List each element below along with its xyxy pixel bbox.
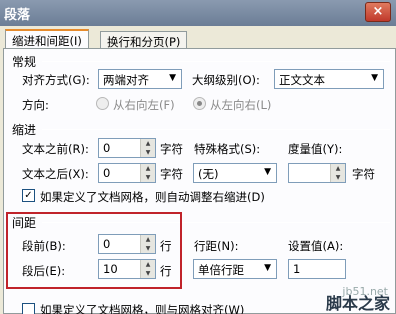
spinner-buttons[interactable]: ▲ ▼ <box>140 139 155 157</box>
spinner-buttons[interactable]: ▲ ▼ <box>140 164 155 182</box>
chevron-down-icon: ▼ <box>371 73 378 83</box>
snap-grid-label: 如果定义了文档网格，则与网格对齐(W) <box>40 303 245 314</box>
indent-before-unit: 字符 <box>160 142 183 156</box>
watermark-name: 脚本之家 <box>325 294 390 313</box>
auto-indent-label: 如果定义了文档网格，则自动调整右缩进(D) <box>40 190 265 204</box>
measure-spinner[interactable]: ▲ ▼ <box>288 163 346 183</box>
chevron-down-icon: ▼ <box>169 73 176 83</box>
outline-value: 正文文本 <box>279 73 325 87</box>
spin-down-icon[interactable]: ▼ <box>331 173 345 182</box>
outline-label: 大纲级别(O): <box>192 73 260 87</box>
align-value: 两端对齐 <box>103 73 149 87</box>
indent-before-value: 0 <box>103 141 111 155</box>
indent-after-label: 文本之后(X): <box>22 167 89 181</box>
line-spacing-select[interactable]: 单倍行距 ▼ <box>193 259 277 279</box>
indent-after-unit: 字符 <box>160 167 183 181</box>
snap-grid-checkbox[interactable] <box>22 303 35 314</box>
measure-label: 度量值(Y): <box>288 142 343 156</box>
align-label: 对齐方式(G): <box>22 73 90 87</box>
ltr-label: 从左向右(L) <box>210 98 272 112</box>
setting-spinner[interactable]: 1 <box>288 259 346 279</box>
window-title: 段落 <box>4 8 31 23</box>
line-spacing-label: 行距(N): <box>194 239 239 253</box>
outline-select[interactable]: 正文文本 ▼ <box>274 69 384 89</box>
indent-before-spinner[interactable]: 0 ▲ ▼ <box>98 138 156 158</box>
direction-label: 方向: <box>22 98 49 112</box>
indent-after-spinner[interactable]: 0 ▲ ▼ <box>98 163 156 183</box>
special-label: 特殊格式(S): <box>194 142 261 156</box>
special-value: (无) <box>198 167 219 181</box>
spinner-buttons[interactable]: ▲ ▼ <box>330 164 345 182</box>
chevron-down-icon: ▼ <box>264 263 271 273</box>
indent-before-label: 文本之前(R): <box>22 142 89 156</box>
special-select[interactable]: (无) ▼ <box>193 163 277 183</box>
title-bar <box>0 0 396 26</box>
setting-label: 设置值(A): <box>288 239 344 253</box>
tab-indent-spacing[interactable]: 缩进和间距(I) <box>5 29 89 50</box>
general-heading: 常规 <box>12 55 37 69</box>
general-divider <box>42 61 390 62</box>
indent-divider <box>42 129 390 130</box>
highlight-box <box>6 212 182 289</box>
rtl-radio[interactable] <box>96 97 109 110</box>
indent-heading: 缩进 <box>12 123 37 137</box>
indent-after-value: 0 <box>103 166 111 180</box>
spin-down-icon[interactable]: ▼ <box>141 148 155 157</box>
line-spacing-value: 单倍行距 <box>198 263 244 277</box>
spin-up-icon[interactable]: ▲ <box>141 139 155 148</box>
measure-unit: 字符 <box>352 167 375 181</box>
setting-value: 1 <box>293 262 301 276</box>
close-button[interactable]: × <box>365 2 391 22</box>
rtl-label: 从右向左(F) <box>113 98 175 112</box>
spin-up-icon[interactable]: ▲ <box>331 164 345 173</box>
ltr-radio[interactable] <box>193 97 206 110</box>
spin-down-icon[interactable]: ▼ <box>141 173 155 182</box>
spin-up-icon[interactable]: ▲ <box>141 164 155 173</box>
chevron-down-icon: ▼ <box>264 167 271 177</box>
align-select[interactable]: 两端对齐 ▼ <box>98 69 182 89</box>
auto-indent-checkbox[interactable]: ✓ <box>22 189 35 202</box>
